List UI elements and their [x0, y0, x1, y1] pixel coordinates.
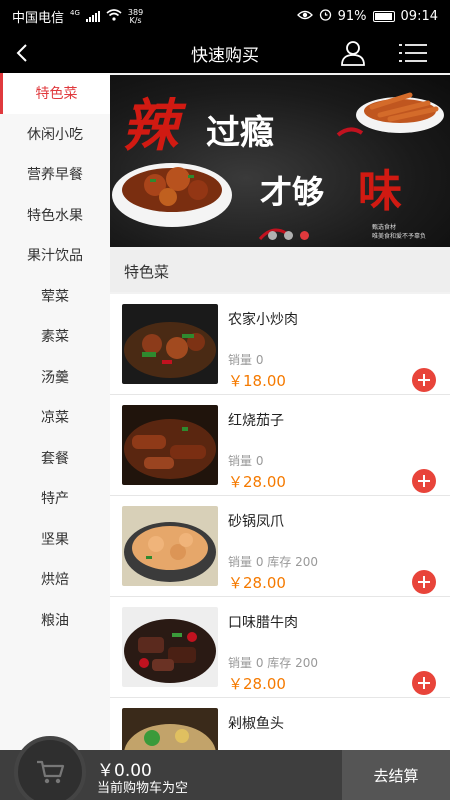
- sidebar-item-label: 粮油: [41, 612, 69, 629]
- sidebar-item-soup[interactable]: 汤羹: [0, 357, 110, 398]
- banner-big-char-2: 味: [358, 166, 402, 217]
- add-to-cart-button[interactable]: [412, 368, 436, 392]
- add-to-cart-button[interactable]: [412, 570, 436, 594]
- sidebar-item-cold-dish[interactable]: 凉菜: [0, 397, 110, 438]
- add-to-cart-button[interactable]: [412, 671, 436, 695]
- sidebar-item-nuts[interactable]: 坚果: [0, 519, 110, 560]
- sidebar-item-label: 休闲小吃: [27, 126, 83, 143]
- cart-bar: ￥0.00 当前购物车为空 去结算: [0, 736, 450, 800]
- sidebar-item-label: 凉菜: [41, 410, 69, 427]
- product-list: 农家小炒肉 销量 0 ￥18.00 红烧茄子 销量 0 ￥28.00 砂锅凤爪 …: [110, 294, 450, 750]
- battery-percent: 91%: [337, 9, 367, 24]
- product-image: [122, 304, 218, 384]
- banner-line1: 过瘾: [206, 113, 274, 153]
- product-sales: 销量 0: [228, 454, 264, 468]
- banner-line2: 才够: [260, 173, 325, 211]
- title-bar: 快速购买: [0, 33, 450, 73]
- sidebar-item-label: 特产: [41, 491, 69, 508]
- product-name: 口味腊牛肉: [228, 615, 298, 631]
- product-price: ￥18.00: [228, 372, 286, 390]
- wifi-icon: [106, 8, 122, 25]
- sidebar-item-drinks[interactable]: 果汁饮品: [0, 235, 110, 276]
- alarm-icon: [319, 8, 332, 25]
- product-price: ￥28.00: [228, 675, 286, 693]
- promo-banner[interactable]: 辣 过瘾 才够 味 甄选食材 唯美食和爱不予辜负: [110, 75, 450, 247]
- product-name: 砂锅凤爪: [228, 514, 284, 530]
- page-title: 快速购买: [191, 45, 259, 66]
- network-label: 4G: [70, 9, 80, 17]
- banner-slogan-2: 唯美食和爱不予辜负: [372, 233, 427, 240]
- sidebar-item-specialty[interactable]: 特产: [0, 478, 110, 519]
- product-image: [122, 506, 218, 586]
- product-price: ￥28.00: [228, 574, 286, 592]
- speed-unit: K/s: [129, 15, 142, 25]
- back-arrow-icon[interactable]: [0, 33, 44, 73]
- product-image: [122, 708, 218, 750]
- sidebar-item-label: 烘焙: [41, 572, 69, 589]
- list-menu-icon[interactable]: [396, 41, 430, 65]
- sidebar-item-snacks[interactable]: 休闲小吃: [0, 114, 110, 155]
- sidebar-item-label: 果汁饮品: [27, 248, 83, 265]
- list-item[interactable]: 红烧茄子 销量 0 ￥28.00: [110, 395, 450, 496]
- sidebar-item-bakery[interactable]: 烘焙: [0, 559, 110, 600]
- sidebar-item-meat[interactable]: 荤菜: [0, 276, 110, 317]
- eye-icon: [296, 9, 313, 25]
- banner-pagination[interactable]: [268, 231, 309, 240]
- list-item[interactable]: 口味腊牛肉 销量 0 库存 200 ￥28.00: [110, 597, 450, 698]
- list-item[interactable]: 农家小炒肉 销量 0 ￥18.00: [110, 294, 450, 395]
- shopping-cart-icon[interactable]: [14, 736, 86, 800]
- network-speed: 389 K/s: [128, 8, 143, 25]
- product-image: [122, 405, 218, 485]
- sidebar-item-label: 汤羹: [41, 369, 69, 386]
- sidebar-item-label: 营养早餐: [27, 167, 83, 184]
- list-item[interactable]: 剁椒鱼头: [110, 698, 450, 750]
- checkout-button[interactable]: 去结算: [342, 750, 450, 800]
- banner-slogan: 甄选食材 唯美食和爱不予辜负: [372, 223, 426, 241]
- signal-icon: [85, 11, 100, 22]
- product-name: 剁椒鱼头: [228, 716, 284, 732]
- sidebar-item-label: 套餐: [41, 450, 69, 467]
- sidebar-item-label: 荤菜: [41, 288, 69, 305]
- sidebar-item-label: 特色水果: [27, 207, 83, 224]
- sidebar-item-breakfast[interactable]: 营养早餐: [0, 154, 110, 195]
- product-image: [122, 607, 218, 687]
- section-title: 特色菜: [110, 250, 450, 292]
- list-item[interactable]: 砂锅凤爪 销量 0 库存 200 ￥28.00: [110, 496, 450, 597]
- pagination-dot[interactable]: [268, 231, 277, 240]
- cart-empty-hint: 当前购物车为空: [97, 781, 189, 796]
- sidebar-item-label: 素菜: [41, 329, 69, 346]
- status-bar: 中国电信 4G 389 K/s 91% 09:14: [0, 0, 450, 33]
- sidebar-item-set-meal[interactable]: 套餐: [0, 438, 110, 479]
- product-sales: 销量 0 库存 200: [228, 656, 318, 670]
- sidebar-item-fruit[interactable]: 特色水果: [0, 195, 110, 236]
- sidebar-item-grain-oil[interactable]: 粮油: [0, 600, 110, 641]
- sidebar-item-featured[interactable]: 特色菜: [0, 73, 110, 114]
- sidebar-item-vegetable[interactable]: 素菜: [0, 316, 110, 357]
- battery-icon: [372, 11, 395, 22]
- user-icon[interactable]: [338, 39, 368, 67]
- product-name: 红烧茄子: [228, 413, 284, 429]
- carrier-label: 中国电信: [12, 11, 65, 26]
- banner-big-char: 辣: [122, 93, 178, 159]
- category-sidebar: 特色菜 休闲小吃 营养早餐 特色水果 果汁饮品 荤菜 素菜 汤羹 凉菜 套餐 特…: [0, 73, 110, 750]
- banner-slogan-1: 甄选食材: [372, 224, 397, 231]
- clock: 09:14: [400, 9, 438, 24]
- product-sales: 销量 0 库存 200: [228, 555, 318, 569]
- product-price: ￥28.00: [228, 473, 286, 491]
- add-to-cart-button[interactable]: [412, 469, 436, 493]
- product-name: 农家小炒肉: [228, 312, 298, 328]
- sidebar-item-label: 坚果: [41, 531, 69, 548]
- product-sales: 销量 0: [228, 353, 264, 367]
- pagination-dot[interactable]: [284, 231, 293, 240]
- sidebar-item-label: 特色菜: [35, 86, 78, 103]
- pagination-dot-active[interactable]: [300, 231, 309, 240]
